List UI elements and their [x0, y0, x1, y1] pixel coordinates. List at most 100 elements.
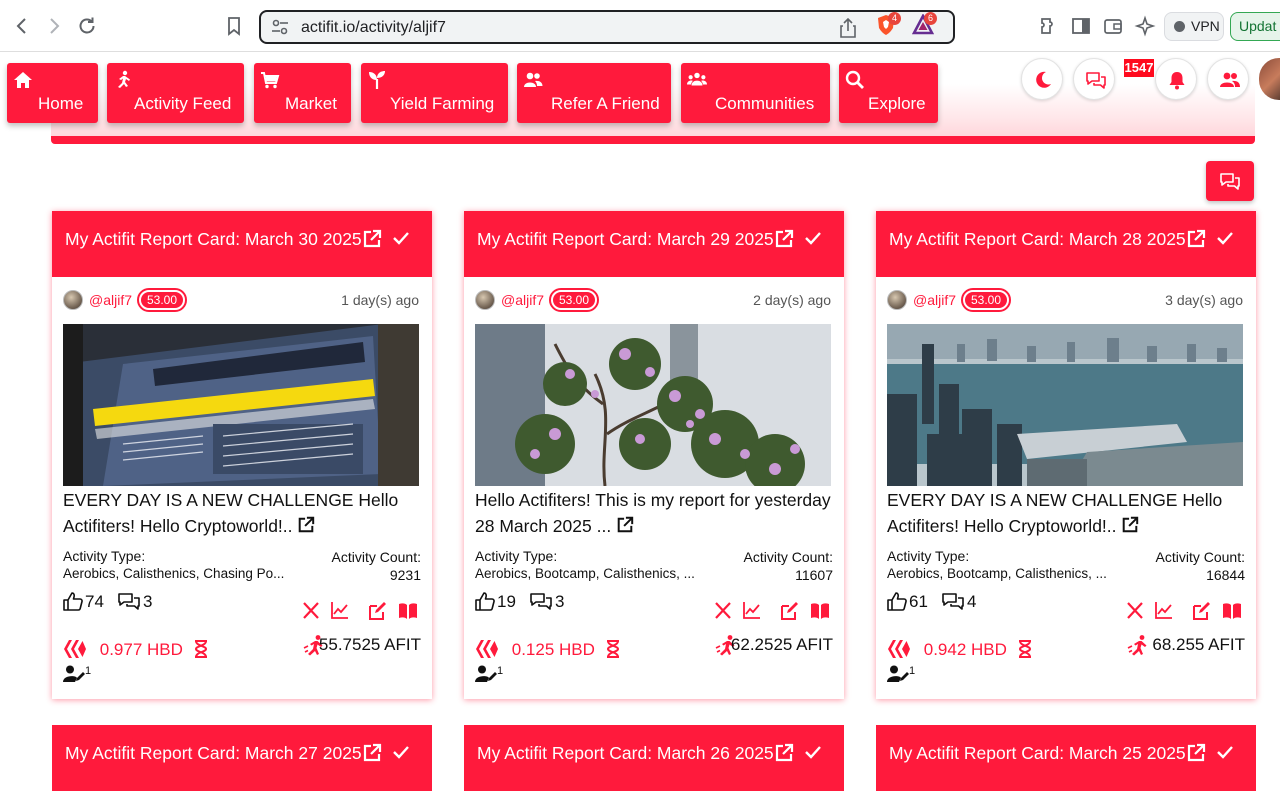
author-username[interactable]: @aljif7 [501, 292, 544, 308]
cart-icon [261, 72, 280, 89]
thumbs-up-icon[interactable] [475, 592, 495, 616]
external-link-icon[interactable] [774, 229, 794, 254]
thumbs-up-icon[interactable] [63, 592, 83, 616]
seedling-icon [369, 71, 385, 89]
comments-icon[interactable] [941, 592, 965, 616]
nav-refer-a-friend-label: Refer A Friend [551, 94, 660, 113]
voters[interactable]: 1 [63, 665, 91, 683]
author-avatar[interactable] [475, 290, 495, 310]
bookmark-icon[interactable] [222, 14, 246, 38]
card-title-link[interactable]: My Actifit Report Card: March 28 2025 [889, 229, 1186, 250]
friends-button[interactable] [1207, 58, 1249, 100]
leo-ai-icon[interactable] [1133, 14, 1157, 38]
comments-icon[interactable] [529, 592, 553, 616]
share-icon[interactable] [839, 18, 857, 38]
share-x-icon[interactable] [302, 601, 322, 620]
post-title-text[interactable]: Hello Actifiters! This is my report for … [475, 490, 831, 536]
nav-market-button[interactable]: Market [254, 63, 351, 123]
post-image[interactable] [887, 324, 1243, 486]
card-title-link[interactable]: My Actifit Report Card: March 26 2025 [477, 743, 774, 764]
edit-icon[interactable] [368, 601, 388, 620]
external-link-icon[interactable] [1186, 229, 1206, 254]
home-icon [14, 72, 32, 88]
chart-icon[interactable] [742, 601, 762, 620]
comments-icon[interactable] [117, 592, 141, 616]
post-image[interactable] [63, 324, 419, 486]
card-title-link[interactable]: My Actifit Report Card: March 30 2025 [65, 229, 362, 250]
address-bar[interactable]: actifit.io/activity/aljif7 [259, 10, 955, 44]
edit-icon[interactable] [780, 601, 800, 620]
payout: 0.125 HBD [475, 639, 620, 661]
wallet-icon[interactable] [1101, 14, 1125, 38]
read-book-icon[interactable] [398, 601, 418, 620]
report-card: My Actifit Report Card: March 30 2025 @al… [52, 211, 432, 699]
url-text[interactable]: actifit.io/activity/aljif7 [301, 19, 446, 37]
voters[interactable]: 1 [887, 665, 915, 683]
external-link-icon[interactable] [774, 743, 794, 768]
external-link-icon[interactable] [611, 516, 634, 536]
report-card: My Actifit Report Card: March 29 2025 @al… [464, 211, 844, 699]
post-title[interactable]: Hello Actifiters! This is my report for … [475, 487, 835, 539]
chart-icon[interactable] [1154, 601, 1174, 620]
external-link-icon[interactable] [293, 516, 316, 536]
forward-icon[interactable] [42, 14, 66, 38]
open-chat-button[interactable] [1206, 161, 1254, 201]
post-title[interactable]: EVERY DAY IS A NEW CHALLENGE Hello Actif… [63, 487, 423, 539]
post-title[interactable]: EVERY DAY IS A NEW CHALLENGE Hello Actif… [887, 487, 1247, 539]
check-icon [1216, 230, 1234, 251]
vpn-button[interactable]: VPN [1164, 12, 1224, 41]
vpn-label: VPN [1191, 18, 1220, 34]
read-book-icon[interactable] [810, 601, 830, 620]
voters[interactable]: 1 [475, 665, 503, 683]
notifications-button[interactable] [1155, 58, 1197, 100]
sidebar-icon[interactable] [1069, 14, 1093, 38]
chat-button[interactable] [1073, 58, 1115, 100]
reputation-badge: 53.00 [549, 288, 599, 312]
author-avatar[interactable] [887, 290, 907, 310]
card-title-link[interactable]: My Actifit Report Card: March 29 2025 [477, 229, 774, 250]
post-title-text[interactable]: EVERY DAY IS A NEW CHALLENGE Hello Actif… [887, 490, 1222, 536]
reload-icon[interactable] [75, 14, 99, 38]
nav-home-button[interactable]: Home [7, 63, 98, 123]
nav-yield-farming-button[interactable]: Yield Farming [361, 63, 508, 123]
site-settings-icon[interactable] [271, 19, 289, 35]
vpn-status-icon [1174, 21, 1185, 32]
external-link-icon[interactable] [362, 743, 382, 768]
activity-count-value: 11607 [795, 567, 833, 583]
back-icon[interactable] [10, 14, 34, 38]
nav-explore-button[interactable]: Explore [839, 63, 938, 123]
check-icon [392, 230, 410, 251]
payout-value: 0.942 HBD [923, 640, 1007, 659]
nav-refer-a-friend-button[interactable]: Refer A Friend [517, 63, 671, 123]
moon-icon [1036, 71, 1051, 88]
edit-icon[interactable] [1192, 601, 1212, 620]
read-book-icon[interactable] [1222, 601, 1242, 620]
update-button[interactable]: Updat [1230, 12, 1280, 41]
nav-communities-button[interactable]: Communities [681, 63, 830, 123]
activity-count-value: 16844 [1206, 567, 1245, 583]
reputation-value: 53.00 [553, 292, 595, 308]
external-link-icon[interactable] [362, 229, 382, 254]
chart-icon[interactable] [330, 601, 350, 620]
post-title-text[interactable]: EVERY DAY IS A NEW CHALLENGE Hello Actif… [63, 490, 398, 536]
thumbs-up-icon[interactable] [887, 592, 907, 616]
author-username[interactable]: @aljif7 [89, 292, 132, 308]
activity-type-label: Activity Type: [63, 548, 146, 564]
afit-runner-icon [1126, 634, 1150, 663]
dark-mode-button[interactable] [1021, 58, 1063, 100]
author-avatar[interactable] [63, 290, 83, 310]
voters-count: 1 [497, 665, 504, 677]
nav-activity-feed-button[interactable]: Activity Feed [107, 63, 244, 123]
card-title-link[interactable]: My Actifit Report Card: March 27 2025 [65, 743, 362, 764]
user-edit-icon [475, 665, 497, 682]
external-link-icon[interactable] [1186, 743, 1206, 768]
comments-count: 3 [143, 592, 153, 611]
share-x-icon[interactable] [714, 601, 734, 620]
share-x-icon[interactable] [1126, 601, 1146, 620]
extensions-icon[interactable] [1037, 14, 1061, 38]
external-link-icon[interactable] [1117, 516, 1140, 536]
author-username[interactable]: @aljif7 [913, 292, 956, 308]
card-header: My Actifit Report Card: March 26 2025 [464, 725, 844, 791]
card-title-link[interactable]: My Actifit Report Card: March 25 2025 [889, 743, 1186, 764]
post-image[interactable] [475, 324, 831, 486]
